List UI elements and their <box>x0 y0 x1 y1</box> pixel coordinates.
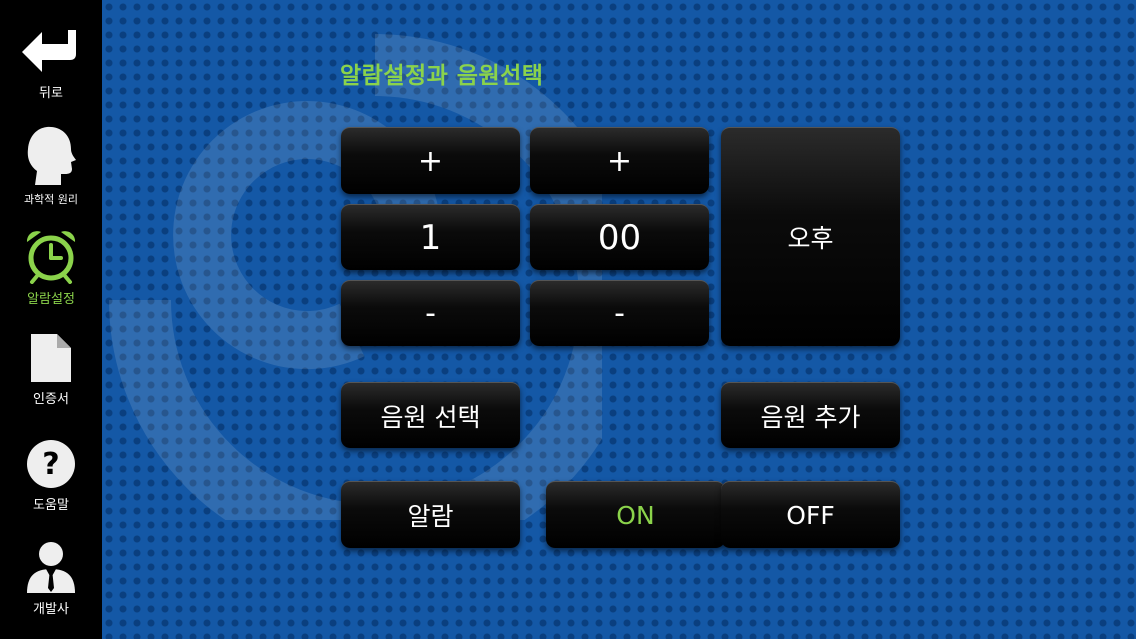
sidebar-item-label: 뒤로 <box>39 86 63 101</box>
minute-decrease-button[interactable]: - <box>530 280 709 346</box>
app-root: 뒤로 과학적 원리 알람설정 인증서 ? 도움말 개발사 알람설정과 음원선택 … <box>0 0 1136 639</box>
alarm-on-label: ON <box>616 500 655 530</box>
sidebar-item-developer[interactable]: 개발사 <box>0 540 102 617</box>
sidebar-item-science[interactable]: 과학적 원리 <box>0 125 102 207</box>
alarm-on-button[interactable]: ON <box>546 481 725 548</box>
sidebar-item-label: 개발사 <box>33 602 69 617</box>
main-panel: 알람설정과 음원선택 + 1 - + 00 - 오후 음원 선택 음원 추가 알… <box>102 0 1136 639</box>
head-profile-icon <box>27 126 76 185</box>
back-arrow-icon <box>22 30 76 72</box>
sidebar-item-label: 과학적 원리 <box>23 193 79 206</box>
sidebar-item-label: 인증서 <box>33 392 69 407</box>
sidebar-item-certificate[interactable]: 인증서 <box>0 332 102 407</box>
sidebar-item-label: 알람설정 <box>27 292 75 307</box>
hour-value[interactable]: 1 <box>341 204 520 270</box>
sidebar-item-help[interactable]: ? 도움말 <box>0 438 102 513</box>
sidebar: 뒤로 과학적 원리 알람설정 인증서 ? 도움말 개발사 <box>0 0 102 639</box>
svg-text:?: ? <box>42 447 59 482</box>
help-icon: ? <box>27 440 75 488</box>
minute-increase-button[interactable]: + <box>530 127 709 194</box>
alarm-label-button: 알람 <box>341 481 520 548</box>
page-title: 알람설정과 음원선택 <box>340 63 544 89</box>
sound-add-button[interactable]: 음원 추가 <box>721 382 900 448</box>
sound-select-button[interactable]: 음원 선택 <box>341 382 520 448</box>
alarm-clock-icon <box>26 231 76 284</box>
person-icon <box>27 542 75 593</box>
alarm-off-button[interactable]: OFF <box>721 481 900 548</box>
sidebar-item-label: 도움말 <box>33 498 69 513</box>
minute-value[interactable]: 00 <box>530 204 709 270</box>
hour-increase-button[interactable]: + <box>341 127 520 194</box>
hour-decrease-button[interactable]: - <box>341 280 520 346</box>
document-icon <box>31 334 71 382</box>
sidebar-item-alarm[interactable]: 알람설정 <box>0 228 102 307</box>
sidebar-item-back[interactable]: 뒤로 <box>0 26 102 101</box>
ampm-toggle-button[interactable]: 오후 <box>721 127 900 346</box>
